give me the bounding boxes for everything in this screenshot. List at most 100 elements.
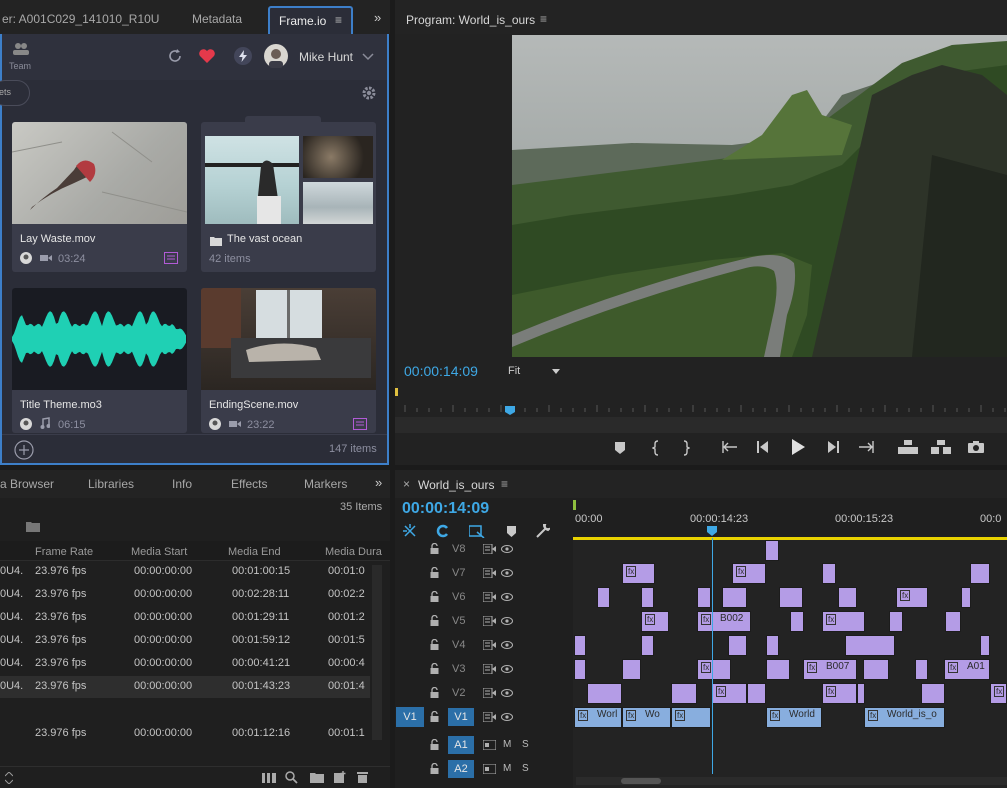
lock-icon[interactable] xyxy=(430,639,439,650)
video-clip[interactable] xyxy=(915,659,928,680)
track-header-v7[interactable]: V7 xyxy=(398,562,572,585)
new-item-icon[interactable] xyxy=(334,771,346,783)
track-label[interactable]: V4 xyxy=(452,639,465,651)
list-view-icon[interactable] xyxy=(262,773,276,783)
video-clip[interactable] xyxy=(766,635,779,656)
video-clip[interactable] xyxy=(845,635,895,656)
video-clip[interactable] xyxy=(574,635,586,656)
fit-dropdown[interactable]: Fit xyxy=(503,362,565,380)
v1-clip[interactable]: fx World_is_o xyxy=(864,707,945,728)
table-scrollbar[interactable] xyxy=(372,565,382,740)
v1-clip[interactable]: fx xyxy=(671,707,711,728)
export-frame-camera-icon[interactable] xyxy=(968,441,984,453)
asset-card-title-theme[interactable]: Title Theme.mo3 06:15 xyxy=(12,288,187,433)
avatar[interactable] xyxy=(264,44,288,68)
step-back-icon[interactable] xyxy=(757,441,770,453)
source-patch-v1[interactable]: V1 xyxy=(396,707,424,727)
track-label[interactable]: A1 xyxy=(448,736,474,754)
tab-info[interactable]: Info xyxy=(172,477,192,491)
eye-icon[interactable] xyxy=(501,689,513,697)
video-clip[interactable]: fx A01 xyxy=(944,659,990,680)
column-header[interactable]: Media End xyxy=(228,546,281,558)
asset-card-lay-waste[interactable]: Lay Waste.mov 03:24 xyxy=(12,122,187,272)
track-label[interactable]: V3 xyxy=(452,663,465,675)
v1-clip[interactable]: fx Wo xyxy=(622,707,671,728)
go-to-in-icon[interactable] xyxy=(722,441,738,453)
audio-icon[interactable] xyxy=(483,764,496,774)
track-header-v2[interactable]: V2 xyxy=(398,682,572,705)
add-marker-timeline-icon[interactable] xyxy=(469,524,485,538)
breadcrumb[interactable]: ets xyxy=(0,80,30,106)
video-clip[interactable]: fx xyxy=(732,563,766,584)
add-marker-icon[interactable] xyxy=(615,442,625,454)
film-icon[interactable] xyxy=(483,688,496,698)
track-label[interactable]: A2 xyxy=(448,760,474,778)
track-label[interactable]: V5 xyxy=(452,615,465,627)
tab-frameio-active[interactable]: Frame.io ≡ xyxy=(268,6,353,34)
video-clip[interactable]: fx B002 xyxy=(697,611,751,632)
video-clip[interactable] xyxy=(641,635,654,656)
video-clip[interactable] xyxy=(945,611,961,632)
track-header-a2[interactable]: A2 M S xyxy=(398,758,572,781)
panel-overflow-icon[interactable]: » xyxy=(375,475,382,490)
solo-button[interactable]: S xyxy=(522,763,529,774)
asset-card-ending-scene[interactable]: EndingScene.mov 23:22 xyxy=(201,288,376,433)
mark-in-icon[interactable] xyxy=(652,440,660,456)
mute-button[interactable]: M xyxy=(503,739,511,750)
audio-icon[interactable] xyxy=(483,740,496,750)
video-clip[interactable] xyxy=(622,659,641,680)
go-to-out-icon[interactable] xyxy=(858,441,874,453)
sequence-title[interactable]: World_is_ours xyxy=(418,478,494,492)
track-header-a1[interactable]: A1 M S xyxy=(398,734,572,757)
eye-icon[interactable] xyxy=(501,665,513,673)
sort-icon[interactable] xyxy=(5,772,13,784)
v1-clip[interactable]: fx Worl xyxy=(574,707,622,728)
lock-icon[interactable] xyxy=(430,615,439,626)
track-label[interactable]: V2 xyxy=(452,687,465,699)
lift-icon[interactable] xyxy=(898,440,918,454)
eye-icon[interactable] xyxy=(501,545,513,553)
lock-icon[interactable] xyxy=(430,543,439,554)
program-menu-icon[interactable]: ≡ xyxy=(540,12,547,26)
eye-icon[interactable] xyxy=(501,617,513,625)
video-clip[interactable] xyxy=(961,587,971,608)
eye-icon[interactable] xyxy=(501,569,513,577)
track-header-v1[interactable]: V1 xyxy=(398,706,572,729)
tab-markers[interactable]: Markers xyxy=(304,477,347,491)
comments-icon[interactable] xyxy=(164,252,178,264)
video-clip[interactable]: fx xyxy=(822,611,865,632)
video-clip[interactable] xyxy=(790,611,804,632)
extract-icon[interactable] xyxy=(931,440,951,454)
panel-overflow-icon[interactable]: » xyxy=(374,10,381,25)
folder-card-vast-ocean[interactable]: The vast ocean 42 items xyxy=(201,116,376,272)
eye-icon[interactable] xyxy=(501,713,513,721)
add-icon[interactable] xyxy=(14,440,34,460)
solo-button[interactable]: S xyxy=(522,739,529,750)
video-clip[interactable] xyxy=(766,659,790,680)
track-label[interactable]: V6 xyxy=(452,591,465,603)
track-label[interactable]: V7 xyxy=(452,567,465,579)
video-clip[interactable] xyxy=(587,683,622,704)
video-clip[interactable] xyxy=(863,659,889,680)
timeline-scrollbar[interactable] xyxy=(576,777,1007,785)
close-icon[interactable]: × xyxy=(403,477,410,491)
video-clip[interactable]: fx xyxy=(990,683,1007,704)
video-clip[interactable] xyxy=(597,587,610,608)
tab-media-browser[interactable]: a Browser xyxy=(0,477,54,491)
lock-icon[interactable] xyxy=(430,739,439,750)
video-clip[interactable]: fx xyxy=(622,563,655,584)
linked-selection-icon[interactable] xyxy=(436,524,450,538)
video-clip[interactable]: fx xyxy=(712,683,747,704)
video-clip[interactable] xyxy=(641,587,654,608)
mark-out-icon[interactable] xyxy=(682,440,690,456)
video-clip[interactable] xyxy=(722,587,747,608)
column-header[interactable]: Frame Rate xyxy=(35,546,93,558)
film-icon[interactable] xyxy=(483,712,496,722)
film-icon[interactable] xyxy=(483,616,496,626)
refresh-icon[interactable] xyxy=(167,48,183,64)
track-label[interactable]: V8 xyxy=(452,543,465,555)
step-forward-icon[interactable] xyxy=(826,441,839,453)
chevron-down-icon[interactable] xyxy=(362,53,374,61)
film-icon[interactable] xyxy=(483,568,496,578)
program-scrubber[interactable] xyxy=(395,385,1007,415)
